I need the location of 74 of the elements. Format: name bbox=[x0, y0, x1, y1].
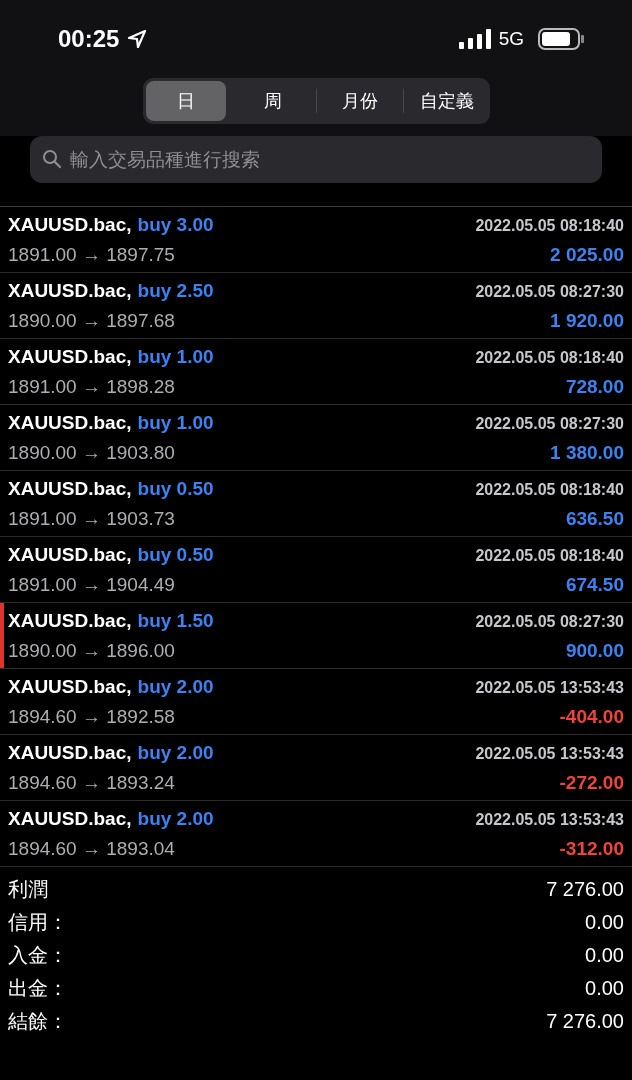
order-label: buy 1.00 bbox=[137, 345, 214, 368]
search-icon bbox=[42, 149, 62, 169]
summary-value: 0.00 bbox=[585, 977, 624, 1000]
order-label: buy 1.50 bbox=[137, 609, 214, 632]
symbol-label: XAUUSD.bac, bbox=[8, 609, 132, 632]
symbol-label: XAUUSD.bac, bbox=[8, 543, 132, 566]
symbol-label: XAUUSD.bac, bbox=[8, 675, 132, 698]
price-range: 1890.00 → 1897.68 bbox=[8, 309, 175, 332]
period-tab[interactable]: 周 bbox=[232, 81, 313, 121]
period-tab[interactable]: 月份 bbox=[319, 81, 400, 121]
profit-value: 636.50 bbox=[565, 507, 624, 530]
order-label: buy 0.50 bbox=[137, 543, 214, 566]
price-range: 1890.00 → 1903.80 bbox=[8, 441, 175, 464]
profit-value: -272.00 bbox=[559, 771, 624, 794]
order-label: buy 0.50 bbox=[137, 477, 214, 500]
order-label: buy 3.00 bbox=[137, 213, 214, 236]
signal-icon bbox=[458, 29, 491, 49]
profit-value: 674.50 bbox=[565, 573, 624, 596]
price-range: 1891.00 → 1898.28 bbox=[8, 375, 175, 398]
period-tab[interactable]: 日 bbox=[145, 81, 226, 121]
summary-value: 0.00 bbox=[585, 944, 624, 967]
profit-value: -312.00 bbox=[559, 837, 624, 860]
symbol-label: XAUUSD.bac, bbox=[8, 345, 132, 368]
trade-time: 2022.05.05 13:53:43 bbox=[475, 744, 624, 763]
symbol-label: XAUUSD.bac, bbox=[8, 411, 132, 434]
summary-label: 入金： bbox=[8, 943, 68, 968]
profit-value: 2 025.00 bbox=[550, 243, 624, 266]
order-label: buy 1.00 bbox=[137, 411, 214, 434]
summary-label: 信用： bbox=[8, 910, 68, 935]
price-range: 1894.60 → 1893.04 bbox=[8, 837, 175, 860]
summary-value: 7 276.00 bbox=[546, 1010, 624, 1033]
summary-label: 結餘： bbox=[8, 1009, 68, 1034]
symbol-label: XAUUSD.bac, bbox=[8, 807, 132, 830]
order-label: buy 2.00 bbox=[137, 675, 214, 698]
trade-time: 2022.05.05 08:18:40 bbox=[475, 480, 624, 499]
trade-time: 2022.05.05 13:53:43 bbox=[475, 678, 624, 697]
search-field[interactable]: 輸入交易品種進行搜索 bbox=[30, 136, 602, 183]
price-range: 1891.00 → 1904.49 bbox=[8, 573, 175, 596]
trade-time: 2022.05.05 13:53:43 bbox=[475, 810, 624, 829]
location-arrow-icon bbox=[127, 29, 148, 49]
trade-time: 2022.05.05 08:18:40 bbox=[475, 546, 624, 565]
order-label: buy 2.00 bbox=[137, 741, 214, 764]
profit-value: 1 380.00 bbox=[550, 441, 624, 464]
network-label: 5G bbox=[498, 28, 524, 50]
summary-value: 7 276.00 bbox=[546, 878, 624, 901]
battery-icon bbox=[538, 28, 584, 50]
trade-time: 2022.05.05 08:18:40 bbox=[475, 216, 624, 235]
order-label: buy 2.00 bbox=[137, 807, 214, 830]
period-tab[interactable]: 自定義 bbox=[406, 81, 487, 121]
price-range: 1891.00 → 1897.75 bbox=[8, 243, 175, 266]
symbol-label: XAUUSD.bac, bbox=[8, 279, 132, 302]
symbol-label: XAUUSD.bac, bbox=[8, 741, 132, 764]
summary-label: 出金： bbox=[8, 976, 68, 1001]
trade-time: 2022.05.05 08:27:30 bbox=[475, 612, 624, 631]
price-range: 1894.60 → 1892.58 bbox=[8, 705, 175, 728]
price-range: 1891.00 → 1903.73 bbox=[8, 507, 175, 530]
profit-value: 1 920.00 bbox=[550, 309, 624, 332]
price-range: 1894.60 → 1893.24 bbox=[8, 771, 175, 794]
profit-value: 728.00 bbox=[565, 375, 624, 398]
trade-row[interactable]: XAUUSD.bac, buy 2.00 2022.05.05 13:53:43 1894.60 → 1893.04 -312.00 bbox=[4, 801, 632, 866]
summary-value: 0.00 bbox=[585, 911, 624, 934]
trade-row[interactable]: XAUUSD.bac, buy 2.00 2022.05.05 13:53:43 1894.60 → 1893.24 -272.00 bbox=[4, 735, 632, 800]
profit-value: -404.00 bbox=[559, 705, 624, 728]
profit-value: 900.00 bbox=[565, 639, 624, 662]
summary-label: 利潤 bbox=[8, 877, 48, 902]
trade-row[interactable]: XAUUSD.bac, buy 2.00 2022.05.05 13:53:43 1894.60 → 1892.58 -404.00 bbox=[4, 669, 632, 734]
price-range: 1890.00 → 1896.00 bbox=[8, 639, 175, 662]
trade-time: 2022.05.05 08:27:30 bbox=[475, 282, 624, 301]
order-label: buy 2.50 bbox=[137, 279, 214, 302]
trade-time: 2022.05.05 08:18:40 bbox=[475, 348, 624, 367]
symbol-label: XAUUSD.bac, bbox=[8, 477, 132, 500]
trade-time: 2022.05.05 08:27:30 bbox=[475, 414, 624, 433]
symbol-label: XAUUSD.bac, bbox=[8, 213, 132, 236]
clock-time: 00:25 bbox=[58, 25, 120, 53]
